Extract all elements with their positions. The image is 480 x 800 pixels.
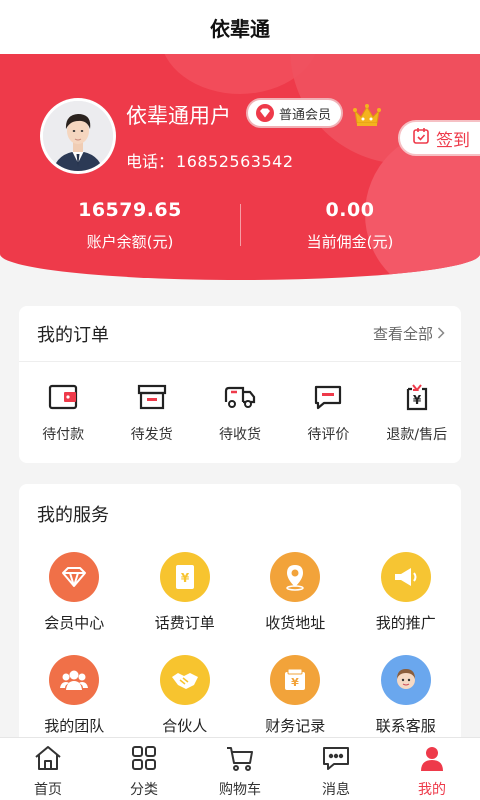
tab-category[interactable]: 分类: [96, 738, 192, 800]
phone-row: 电话： 16852563542: [126, 148, 294, 172]
divider: [240, 204, 241, 246]
order-pending-shipment[interactable]: 待发货: [112, 380, 192, 444]
yen-card-icon: ¥: [159, 552, 210, 602]
megaphone-icon: [380, 552, 431, 602]
order-status-label: 退款/售后: [386, 427, 448, 443]
tab-cart[interactable]: 购物车: [192, 738, 288, 800]
balance-label: 账户余额(元): [86, 233, 174, 251]
member-level-badge[interactable]: 普通会员: [246, 98, 344, 128]
top-navbar: 依辈通: [0, 0, 480, 54]
wallet-icon: [23, 380, 103, 414]
service-member-center[interactable]: 会员中心: [19, 552, 130, 633]
diamond-icon: [49, 552, 100, 602]
orders-header: 我的订单 查看全部: [19, 306, 461, 362]
cart-icon: [225, 744, 255, 776]
order-status-label: 待评价: [307, 427, 350, 443]
commission-label: 当前佣金(元): [306, 233, 394, 251]
tab-label: 消息: [322, 782, 350, 798]
orders-card: 我的订单 查看全部 待付款 待发货 待收货 待评价 ¥ 退款/售后: [19, 306, 461, 463]
commission-value: 0.00: [325, 199, 375, 221]
bottom-tabbar: 首页 分类 购物车 消息 我的: [0, 737, 480, 800]
tab-home[interactable]: 首页: [0, 738, 96, 800]
message-icon: [321, 744, 351, 776]
username: 依辈通用户: [126, 104, 231, 128]
tab-label: 分类: [130, 782, 158, 798]
package-box-icon: [112, 380, 192, 414]
svg-text:¥: ¥: [291, 676, 299, 689]
service-label: 收货地址: [265, 614, 326, 632]
handshake-icon: [159, 655, 210, 705]
service-label: 我的团队: [44, 717, 105, 735]
user-icon: [418, 744, 446, 776]
orders-title: 我的订单: [37, 324, 109, 346]
service-shipping-address[interactable]: 收货地址: [240, 552, 351, 633]
signin-button[interactable]: 签到: [398, 120, 480, 156]
services-header: 我的服务: [19, 484, 461, 544]
service-partner[interactable]: 合伙人: [130, 655, 241, 736]
tab-label: 首页: [34, 782, 62, 798]
delivery-truck-icon: [200, 380, 280, 414]
phone-label: 电话：: [126, 152, 175, 171]
service-label: 联系客服: [375, 717, 436, 735]
order-pending-review[interactable]: 待评价: [288, 380, 368, 444]
tab-messages[interactable]: 消息: [288, 738, 384, 800]
home-icon: [33, 744, 63, 776]
tab-label: 我的: [418, 782, 446, 798]
order-status-label: 待发货: [130, 427, 173, 443]
signin-label: 签到: [436, 130, 470, 151]
crown-icon: [352, 102, 382, 132]
service-customer-service[interactable]: 联系客服: [351, 655, 462, 736]
service-label: 财务记录: [265, 717, 326, 735]
order-pending-payment[interactable]: 待付款: [23, 380, 103, 444]
phone-number: 16852563542: [176, 152, 294, 171]
order-pending-receipt[interactable]: 待收货: [200, 380, 280, 444]
service-label: 会员中心: [44, 614, 105, 632]
balance-stat[interactable]: 16579.65 账户余额(元): [30, 199, 230, 252]
location-pin-icon: [270, 552, 321, 602]
services-title: 我的服务: [37, 505, 109, 526]
chevron-right-icon: [437, 325, 445, 343]
order-refund[interactable]: ¥ 退款/售后: [377, 380, 457, 444]
page-title: 依辈通: [210, 16, 270, 41]
service-phone-bill-orders[interactable]: ¥ 话费订单: [130, 552, 241, 633]
commission-stat[interactable]: 0.00 当前佣金(元): [250, 199, 450, 252]
tab-label: 购物车: [219, 782, 261, 798]
view-all-orders-link[interactable]: 查看全部: [373, 323, 445, 344]
finance-icon: ¥: [270, 655, 321, 705]
service-label: 我的推广: [375, 614, 436, 632]
calendar-check-icon: [412, 127, 430, 150]
service-label: 合伙人: [162, 717, 208, 735]
view-all-label: 查看全部: [372, 325, 433, 343]
service-finance-records[interactable]: ¥ 财务记录: [240, 655, 351, 736]
profile-header: 依辈通用户 普通会员 电话： 16852563542 签到 16579.65 账户…: [0, 54, 480, 280]
refund-icon: ¥: [377, 380, 457, 414]
team-icon: [49, 655, 100, 705]
svg-text:¥: ¥: [413, 393, 422, 407]
service-label: 话费订单: [154, 614, 215, 632]
svg-text:¥: ¥: [181, 571, 190, 585]
tab-mine[interactable]: 我的: [384, 738, 480, 800]
category-grid-icon: [130, 744, 158, 776]
diamond-icon: [256, 104, 274, 122]
comment-icon: [288, 380, 368, 414]
services-grid: 会员中心 ¥ 话费订单 收货地址 我的推广 我的团队 合伙人 ¥ 财务记录 联系…: [19, 544, 461, 736]
order-status-row: 待付款 待发货 待收货 待评价 ¥ 退款/售后: [19, 362, 461, 444]
order-status-label: 待付款: [42, 427, 85, 443]
customer-service-icon: [380, 655, 431, 705]
service-my-promotion[interactable]: 我的推广: [351, 552, 462, 633]
order-status-label: 待收货: [218, 427, 261, 443]
avatar[interactable]: [40, 98, 116, 174]
member-level-label: 普通会员: [279, 107, 332, 123]
balance-value: 16579.65: [78, 199, 182, 221]
service-my-team[interactable]: 我的团队: [19, 655, 130, 736]
